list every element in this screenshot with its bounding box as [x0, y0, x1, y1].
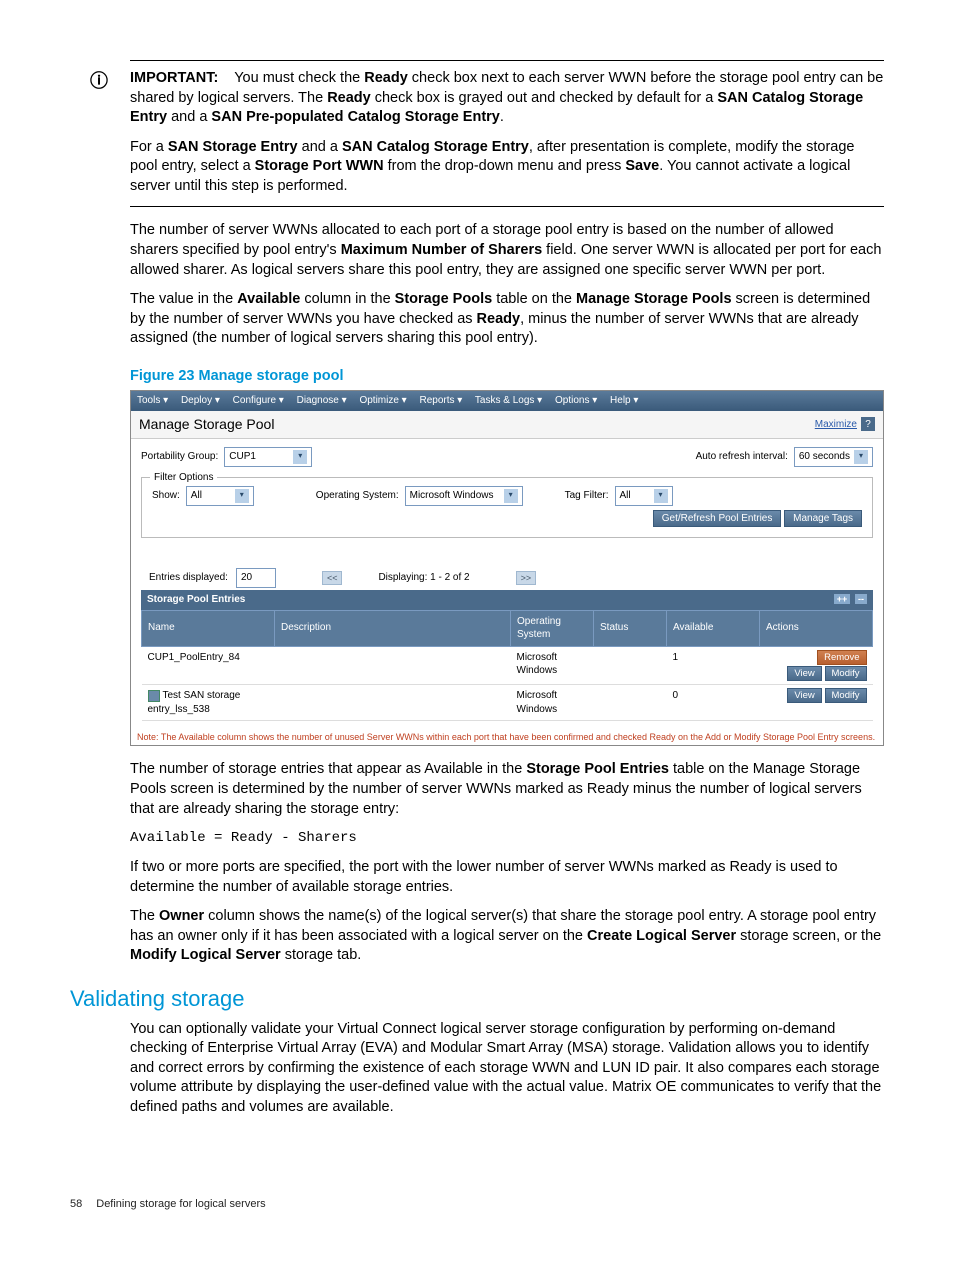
cell-status: [594, 646, 667, 685]
important-para-2: For a SAN Storage Entry and a SAN Catalo…: [130, 138, 884, 197]
portability-group-label: Portability Group:: [141, 450, 218, 464]
page-title: Manage Storage Pool: [139, 415, 274, 434]
os-label: Operating System:: [316, 489, 399, 503]
get-refresh-button[interactable]: Get/Refresh Pool Entries: [653, 510, 782, 527]
body-para-6: If two or more ports are specified, the …: [130, 858, 884, 897]
auto-refresh-label: Auto refresh interval:: [696, 450, 788, 464]
chevron-down-icon: ▾: [654, 489, 668, 503]
chevron-down-icon: ▾: [293, 450, 307, 464]
body-para-4: The value in the Available column in the…: [130, 290, 884, 349]
menu-optimize[interactable]: Optimize ▾: [359, 395, 406, 406]
page-prev-button[interactable]: <<: [322, 571, 343, 585]
screenshot-manage-storage-pool: Tools ▾ Deploy ▾ Configure ▾ Diagnose ▾ …: [130, 390, 884, 746]
col-available[interactable]: Available: [667, 610, 760, 646]
important-callout: ⓘ IMPORTANT: You must check the Ready ch…: [130, 60, 884, 207]
os-select[interactable]: Microsoft Windows ▾: [405, 486, 523, 506]
cell-os: Microsoft Windows: [511, 685, 594, 721]
displaying-label: Displaying: 1 - 2 of 2: [378, 571, 469, 585]
cell-name: CUP1_PoolEntry_84: [142, 646, 275, 685]
show-select[interactable]: All ▾: [186, 486, 254, 506]
page-number: 58: [70, 1197, 82, 1212]
col-description[interactable]: Description: [275, 610, 511, 646]
body-para-5: The number of storage entries that appea…: [130, 760, 884, 819]
show-label: Show:: [152, 489, 180, 503]
entry-icon: [148, 690, 160, 702]
menu-diagnose[interactable]: Diagnose ▾: [297, 395, 347, 406]
screenshot-note: Note: The Available column shows the num…: [131, 729, 883, 745]
collapse-all-icon[interactable]: --: [855, 594, 867, 604]
modify-button[interactable]: Modify: [825, 688, 867, 703]
remove-button[interactable]: Remove: [817, 650, 866, 665]
menu-help[interactable]: Help ▾: [610, 395, 638, 406]
col-actions[interactable]: Actions: [760, 610, 873, 646]
body-para-7: The Owner column shows the name(s) of th…: [130, 907, 884, 966]
menu-options[interactable]: Options ▾: [555, 395, 597, 406]
col-name[interactable]: Name: [142, 610, 275, 646]
body-para-3: The number of server WWNs allocated to e…: [130, 221, 884, 280]
view-button[interactable]: View: [787, 666, 821, 681]
cell-os: Microsoft Windows: [511, 646, 594, 685]
menu-reports[interactable]: Reports ▾: [420, 395, 463, 406]
menu-tools[interactable]: Tools ▾: [137, 395, 168, 406]
auto-refresh-select[interactable]: 60 seconds ▾: [794, 447, 873, 467]
cell-desc: [275, 685, 511, 721]
table-row: CUP1_PoolEntry_84 Microsoft Windows 1 Re…: [142, 646, 873, 685]
important-icon: ⓘ: [90, 69, 108, 93]
expand-all-icon[interactable]: ++: [834, 594, 851, 604]
cell-name: Test SAN storage entry_lss_538: [142, 685, 275, 721]
menu-deploy[interactable]: Deploy ▾: [181, 395, 220, 406]
cell-status: [594, 685, 667, 721]
page-footer: 58 Defining storage for logical servers: [70, 1197, 884, 1212]
entries-displayed-input[interactable]: 20: [236, 568, 276, 588]
storage-pool-entries-header: Storage Pool Entries ++ --: [141, 590, 873, 610]
storage-pool-entries-table: Name Description Operating System Status…: [141, 610, 873, 722]
entries-displayed-label: Entries displayed:: [149, 571, 228, 585]
table-row: Test SAN storage entry_lss_538 Microsoft…: [142, 685, 873, 721]
view-button[interactable]: View: [787, 688, 821, 703]
important-label: IMPORTANT:: [130, 70, 218, 86]
filter-options-legend: Filter Options: [150, 471, 217, 485]
cell-available: 1: [667, 646, 760, 685]
maximize-link[interactable]: Maximize: [815, 418, 857, 432]
cell-available: 0: [667, 685, 760, 721]
filter-options-fieldset: Filter Options Show: All ▾ Operating Sys…: [141, 477, 873, 539]
chapter-title: Defining storage for logical servers: [96, 1197, 265, 1212]
col-os[interactable]: Operating System: [511, 610, 594, 646]
section-heading: Validating storage: [70, 984, 884, 1014]
modify-button[interactable]: Modify: [825, 666, 867, 681]
section-para: You can optionally validate your Virtual…: [130, 1020, 884, 1118]
menu-tasks-logs[interactable]: Tasks & Logs ▾: [475, 395, 542, 406]
formula: Available = Ready - Sharers: [130, 829, 884, 848]
chevron-down-icon: ▾: [854, 450, 868, 464]
menubar: Tools ▾ Deploy ▾ Configure ▾ Diagnose ▾ …: [131, 391, 883, 411]
tag-filter-label: Tag Filter:: [565, 489, 609, 503]
menu-configure[interactable]: Configure ▾: [233, 395, 284, 406]
figure-caption: Figure 23 Manage storage pool: [130, 367, 884, 387]
help-icon[interactable]: ?: [861, 417, 875, 431]
chevron-down-icon: ▾: [235, 489, 249, 503]
chevron-down-icon: ▾: [504, 489, 518, 503]
cell-desc: [275, 646, 511, 685]
portability-group-select[interactable]: CUP1 ▾: [224, 447, 312, 467]
page-next-button[interactable]: >>: [516, 571, 537, 585]
page-title-row: Manage Storage Pool Maximize ?: [131, 411, 883, 439]
tag-filter-select[interactable]: All ▾: [615, 486, 673, 506]
manage-tags-button[interactable]: Manage Tags: [784, 510, 862, 527]
important-para-1: IMPORTANT: You must check the Ready chec…: [130, 69, 884, 128]
col-status[interactable]: Status: [594, 610, 667, 646]
